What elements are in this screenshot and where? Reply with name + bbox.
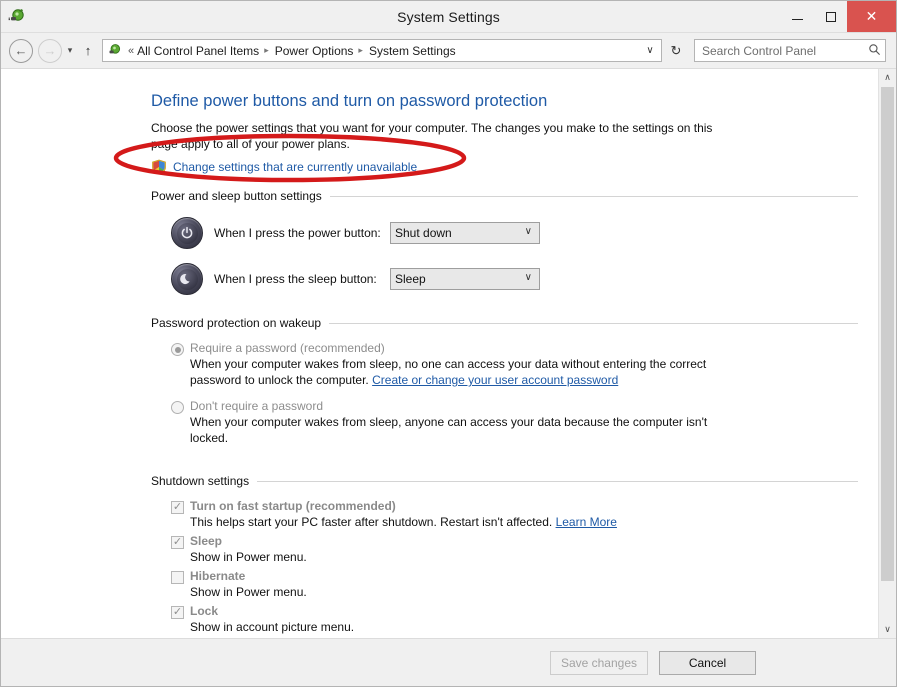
- settings-page: Define power buttons and turn on passwor…: [1, 69, 878, 638]
- sleep-button-dropdown-wrap: Sleep ∨: [390, 268, 540, 290]
- sleep-button-setting-row: When I press the sleep button: Sleep ∨: [151, 263, 858, 295]
- power-button-icon: [171, 217, 203, 249]
- hibernate-description: Show in Power menu.: [190, 585, 307, 599]
- section-title: Shutdown settings: [151, 474, 250, 488]
- checkbox-unchecked-icon[interactable]: [171, 571, 184, 584]
- up-button[interactable]: ↑: [78, 43, 98, 58]
- sleep-moon-icon: [171, 263, 203, 295]
- section-title: Power and sleep button settings: [151, 189, 322, 203]
- breadcrumb-separator-icon[interactable]: ▸: [264, 45, 269, 56]
- require-password-description: When your computer wakes from sleep, no …: [190, 356, 742, 388]
- radio-label: Require a password (recommended): [190, 341, 385, 355]
- uac-shield-icon: [151, 159, 167, 175]
- control-panel-icon: [107, 43, 122, 58]
- radio-require-password[interactable]: Require a password (recommended): [171, 341, 858, 356]
- breadcrumb-dropdown-icon[interactable]: ∨: [641, 45, 659, 56]
- checkbox-sleep[interactable]: ✓ Sleep: [171, 534, 858, 549]
- footer-bar: Save changes Cancel: [1, 638, 896, 686]
- checkbox-hibernate[interactable]: Hibernate: [171, 569, 858, 584]
- sleep-description: Show in Power menu.: [190, 550, 307, 564]
- power-button-label: When I press the power button:: [214, 226, 381, 240]
- scrollbar-track[interactable]: [879, 86, 896, 621]
- section-header-power-sleep: Power and sleep button settings: [151, 189, 858, 203]
- scroll-up-button[interactable]: ∧: [879, 69, 896, 86]
- power-button-setting-row: When I press the power button: Shut down…: [151, 217, 858, 249]
- checkbox-checked-icon[interactable]: ✓: [171, 606, 184, 619]
- breadcrumb-item-system-settings[interactable]: System Settings: [369, 44, 456, 58]
- cancel-button[interactable]: Cancel: [659, 650, 756, 675]
- section-title: Password protection on wakeup: [151, 316, 322, 330]
- fast-startup-description: This helps start your PC faster after sh…: [190, 514, 742, 530]
- radio-selected-icon[interactable]: [171, 343, 184, 356]
- minimize-icon: [792, 19, 803, 20]
- vertical-scrollbar[interactable]: ∧ ∨: [878, 69, 896, 638]
- window-controls: ✕: [781, 1, 896, 32]
- window-title: System Settings: [397, 8, 500, 25]
- maximize-button[interactable]: [814, 1, 847, 32]
- save-changes-button[interactable]: Save changes: [549, 650, 648, 675]
- page-title: Define power buttons and turn on passwor…: [151, 92, 548, 110]
- power-button-dropdown-wrap: Shut down ∨: [390, 222, 540, 244]
- sleep-button-dropdown[interactable]: Sleep: [390, 268, 540, 290]
- radio-unselected-icon[interactable]: [171, 401, 184, 414]
- radio-label: Don't require a password: [190, 399, 324, 413]
- dont-require-password-description: When your computer wakes from sleep, any…: [190, 415, 708, 445]
- create-change-password-link[interactable]: Create or change your user account passw…: [372, 373, 618, 387]
- section-divider: [329, 322, 858, 324]
- checkbox-label: Lock: [190, 604, 219, 618]
- breadcrumb-item-power-options[interactable]: Power Options: [275, 44, 354, 58]
- forward-button[interactable]: →: [38, 38, 62, 63]
- close-button[interactable]: ✕: [847, 1, 896, 32]
- minimize-button[interactable]: [781, 1, 814, 32]
- radio-dont-require-password[interactable]: Don't require a password: [171, 399, 858, 414]
- checkbox-lock[interactable]: ✓ Lock: [171, 604, 858, 619]
- address-bar: ← → ▾ ↑ « All Control Panel Items ▸ Powe…: [1, 33, 896, 68]
- breadcrumb[interactable]: « All Control Panel Items ▸ Power Option…: [102, 39, 662, 62]
- refresh-button[interactable]: ↻: [664, 43, 688, 59]
- scroll-down-button[interactable]: ∨: [879, 621, 896, 638]
- checkbox-label: Turn on fast startup (recommended): [190, 499, 396, 513]
- checkbox-label: Sleep: [190, 534, 223, 548]
- section-divider: [329, 195, 858, 197]
- recent-locations-icon[interactable]: ▾: [62, 45, 78, 56]
- section-header-password-protection: Password protection on wakeup: [151, 316, 858, 330]
- search-icon: [868, 43, 881, 59]
- page-description: Choose the power settings that you want …: [151, 121, 713, 151]
- checkbox-checked-icon[interactable]: ✓: [171, 536, 184, 549]
- checkbox-fast-startup[interactable]: ✓ Turn on fast startup (recommended): [171, 499, 858, 514]
- system-settings-window: System Settings ✕ ← → ▾ ↑ « All Control …: [0, 0, 897, 687]
- content-area: Define power buttons and turn on passwor…: [1, 68, 896, 638]
- fast-startup-description-text: This helps start your PC faster after sh…: [190, 515, 556, 529]
- title-bar: System Settings ✕: [1, 1, 896, 33]
- section-divider: [257, 480, 858, 482]
- sleep-button-label: When I press the sleep button:: [214, 272, 377, 286]
- checkbox-label: Hibernate: [190, 569, 246, 583]
- learn-more-link[interactable]: Learn More: [556, 515, 617, 529]
- breadcrumb-overflow-icon[interactable]: «: [128, 45, 134, 57]
- change-settings-row[interactable]: Change settings that are currently unava…: [151, 159, 858, 175]
- settings-inner: Define power buttons and turn on passwor…: [1, 92, 878, 635]
- shutdown-options: ✓ Turn on fast startup (recommended) Thi…: [171, 499, 858, 635]
- back-button[interactable]: ←: [9, 38, 33, 63]
- password-options: Require a password (recommended) When yo…: [171, 341, 858, 446]
- power-button-dropdown[interactable]: Shut down: [390, 222, 540, 244]
- breadcrumb-item-all-control-panel-items[interactable]: All Control Panel Items: [137, 44, 259, 58]
- checkbox-checked-icon[interactable]: ✓: [171, 501, 184, 514]
- maximize-icon: [825, 11, 836, 22]
- power-plug-icon: [8, 8, 26, 26]
- search-input[interactable]: Search Control Panel: [702, 44, 868, 58]
- change-settings-link[interactable]: Change settings that are currently unava…: [173, 160, 417, 174]
- scrollbar-thumb[interactable]: [881, 87, 894, 581]
- breadcrumb-separator-icon[interactable]: ▸: [358, 45, 363, 56]
- search-box[interactable]: Search Control Panel: [694, 39, 886, 62]
- lock-description: Show in account picture menu.: [190, 620, 355, 634]
- section-header-shutdown: Shutdown settings: [151, 474, 858, 488]
